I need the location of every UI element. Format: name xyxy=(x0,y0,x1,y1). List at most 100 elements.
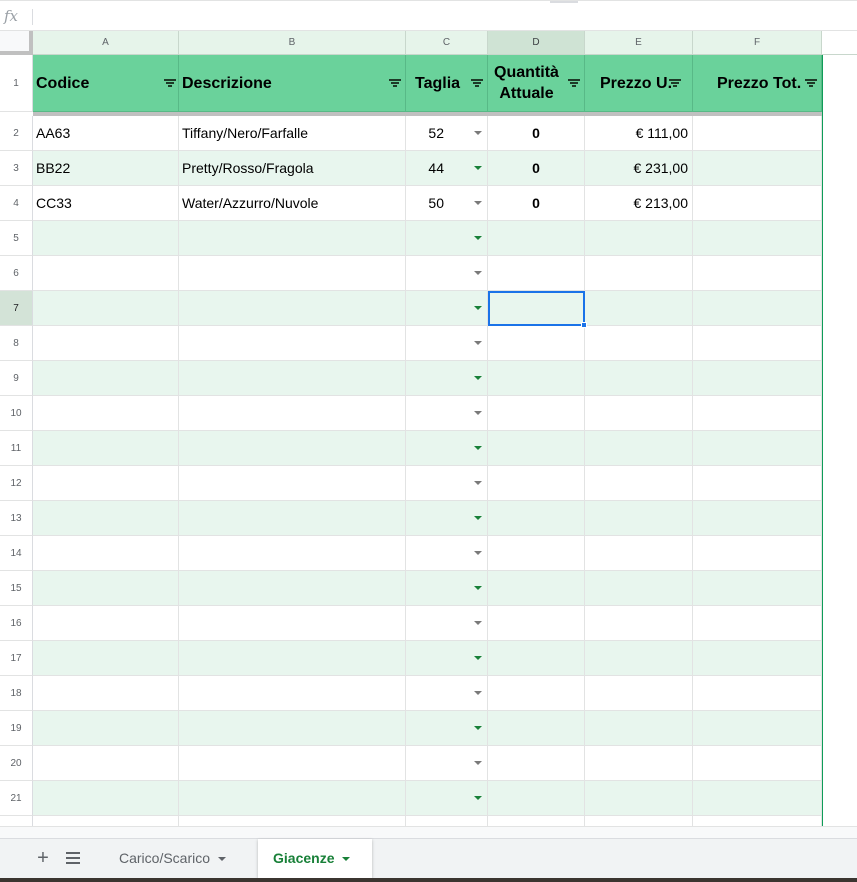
cell-c[interactable] xyxy=(406,326,488,361)
cell-a[interactable] xyxy=(33,641,179,676)
cell-c[interactable] xyxy=(406,221,488,256)
cell-f[interactable] xyxy=(693,501,822,536)
cell-e[interactable] xyxy=(585,606,693,641)
row-header-20[interactable]: 20 xyxy=(0,746,33,781)
filter-icon[interactable] xyxy=(471,79,483,89)
cell-f[interactable] xyxy=(693,781,822,816)
cell-d[interactable] xyxy=(488,326,585,361)
cell-d[interactable] xyxy=(488,221,585,256)
spreadsheet-grid[interactable]: A B C D E F 1 2 3 4 5 6 7 8 9 10 11 12 13 14 15 16 17 18 19 20 21 C… xyxy=(0,31,857,826)
cell-c[interactable] xyxy=(406,466,488,501)
cell-c[interactable] xyxy=(406,396,488,431)
cell-f[interactable] xyxy=(693,466,822,501)
dropdown-arrow-icon[interactable] xyxy=(474,621,482,625)
cell-f[interactable] xyxy=(693,816,822,826)
cell-a[interactable] xyxy=(33,746,179,781)
cell-f[interactable] xyxy=(693,606,822,641)
cell-c[interactable] xyxy=(406,641,488,676)
cell-c[interactable] xyxy=(406,606,488,641)
cell-b[interactable] xyxy=(179,536,406,571)
cell-e[interactable] xyxy=(585,256,693,291)
cell-e[interactable] xyxy=(585,291,693,326)
cell-c[interactable]: 52 xyxy=(406,116,488,151)
cell-b[interactable] xyxy=(179,431,406,466)
cell-a[interactable] xyxy=(33,256,179,291)
cell-e[interactable]: € 111,00 xyxy=(585,116,693,151)
header-prezzo-u[interactable]: Prezzo U. xyxy=(585,55,693,112)
cell-d[interactable] xyxy=(488,746,585,781)
cell-b[interactable] xyxy=(179,396,406,431)
cell-a[interactable] xyxy=(33,676,179,711)
cell-d[interactable] xyxy=(488,571,585,606)
formula-bar-resize-handle[interactable] xyxy=(550,1,578,3)
cell-f[interactable] xyxy=(693,641,822,676)
cell-f[interactable] xyxy=(693,326,822,361)
dropdown-arrow-icon[interactable] xyxy=(474,201,482,205)
cell-c[interactable]: 44 xyxy=(406,151,488,186)
column-header-e[interactable]: E xyxy=(585,31,693,55)
cell-b[interactable] xyxy=(179,571,406,606)
cell-c[interactable] xyxy=(406,711,488,746)
dropdown-arrow-icon[interactable] xyxy=(474,271,482,275)
cell-b[interactable] xyxy=(179,291,406,326)
cell-d[interactable] xyxy=(488,711,585,746)
dropdown-arrow-icon[interactable] xyxy=(474,516,482,520)
row-header-12[interactable]: 12 xyxy=(0,466,33,501)
cell-f[interactable] xyxy=(693,256,822,291)
cell-a[interactable] xyxy=(33,431,179,466)
select-all-corner[interactable] xyxy=(0,31,33,55)
dropdown-arrow-icon[interactable] xyxy=(474,236,482,240)
cell-a[interactable] xyxy=(33,711,179,746)
cell-c[interactable] xyxy=(406,571,488,606)
chevron-down-icon[interactable] xyxy=(218,857,227,862)
row-header-3[interactable]: 3 xyxy=(0,151,33,186)
column-header-a[interactable]: A xyxy=(33,31,179,55)
cell-b[interactable] xyxy=(179,781,406,816)
cell-f[interactable] xyxy=(693,396,822,431)
dropdown-arrow-icon[interactable] xyxy=(474,446,482,450)
cell-f[interactable] xyxy=(693,116,822,151)
dropdown-arrow-icon[interactable] xyxy=(474,306,482,310)
cell-e[interactable] xyxy=(585,676,693,711)
dropdown-arrow-icon[interactable] xyxy=(474,411,482,415)
cell-c[interactable] xyxy=(406,361,488,396)
row-header-5[interactable]: 5 xyxy=(0,221,33,256)
cell-a[interactable] xyxy=(33,781,179,816)
cell-d[interactable] xyxy=(488,606,585,641)
cell-e[interactable] xyxy=(585,501,693,536)
formula-input[interactable] xyxy=(40,7,840,25)
sheet-tab-carico-scarico[interactable]: Carico/Scarico xyxy=(104,839,254,878)
filter-icon[interactable] xyxy=(568,79,580,89)
header-codice[interactable]: Codice xyxy=(33,55,179,112)
dropdown-arrow-icon[interactable] xyxy=(474,656,482,660)
cell-c[interactable] xyxy=(406,431,488,466)
row-header-9[interactable]: 9 xyxy=(0,361,33,396)
cell-f[interactable] xyxy=(693,746,822,781)
cell-b[interactable] xyxy=(179,466,406,501)
cell-b[interactable] xyxy=(179,641,406,676)
column-header-b[interactable]: B xyxy=(179,31,406,55)
cell-d[interactable] xyxy=(488,781,585,816)
cell-f[interactable] xyxy=(693,291,822,326)
cell-a[interactable] xyxy=(33,291,179,326)
cell-a[interactable] xyxy=(33,816,179,826)
cell-e[interactable] xyxy=(585,571,693,606)
header-descrizione[interactable]: Descrizione xyxy=(179,55,406,112)
cell-c[interactable]: 50 xyxy=(406,186,488,221)
cell-b[interactable] xyxy=(179,361,406,396)
cell-e[interactable] xyxy=(585,326,693,361)
cell-a[interactable]: CC33 xyxy=(33,186,179,221)
cell-e[interactable] xyxy=(585,221,693,256)
cell-d[interactable] xyxy=(488,641,585,676)
row-header-18[interactable]: 18 xyxy=(0,676,33,711)
cell-c[interactable] xyxy=(406,781,488,816)
cell-c[interactable] xyxy=(406,536,488,571)
header-taglia[interactable]: Taglia xyxy=(406,55,488,112)
cell-d[interactable] xyxy=(488,361,585,396)
cell-f[interactable] xyxy=(693,571,822,606)
all-sheets-button[interactable] xyxy=(66,852,80,864)
cell-b[interactable]: Pretty/Rosso/Fragola xyxy=(179,151,406,186)
cell-d[interactable]: 0 xyxy=(488,151,585,186)
row-header-14[interactable]: 14 xyxy=(0,536,33,571)
dropdown-arrow-icon[interactable] xyxy=(474,481,482,485)
